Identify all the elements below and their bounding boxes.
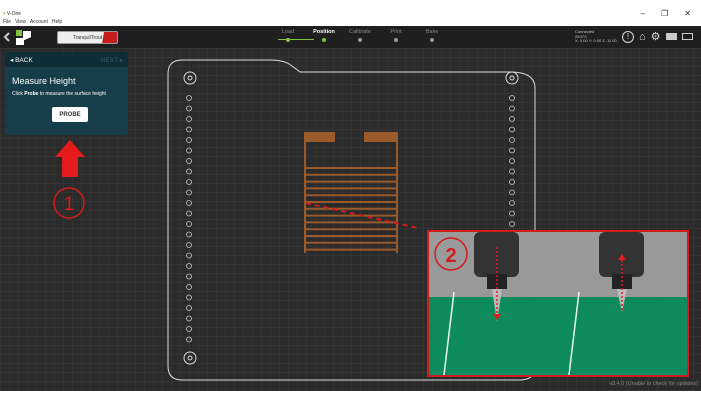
close-button[interactable]: ✕ [684, 9, 691, 18]
pin-hole [509, 116, 515, 122]
pin-hole [186, 189, 192, 196]
svg-text:2: 2 [445, 245, 456, 267]
menu-help[interactable]: Help [52, 19, 62, 25]
step-calibrate[interactable]: Calibrate [342, 29, 378, 42]
step-bake[interactable]: Bake [414, 29, 450, 42]
pin-hole [186, 221, 192, 227]
pin-hole [509, 179, 515, 185]
pin-hole [509, 168, 515, 175]
annotation-one: 1 [53, 140, 85, 219]
step-load[interactable]: Load [270, 29, 306, 42]
app-title: ▾ V-One [3, 11, 22, 17]
probe-photo-inset: 2 [427, 230, 689, 377]
pin-hole [509, 210, 515, 217]
next-button[interactable]: NEXT ▸ [101, 56, 123, 64]
profile-name-badge[interactable]: TranquilTrout [57, 31, 118, 44]
units-icon[interactable] [681, 33, 693, 40]
pin-hole [186, 179, 192, 185]
gear-icon[interactable]: ⚙ [651, 30, 661, 43]
step-print[interactable]: Print [378, 29, 414, 42]
pin-hole [186, 305, 192, 311]
pcb-pattern [304, 132, 398, 253]
pin-hole [186, 284, 192, 290]
pin-hole [509, 221, 515, 227]
pin-hole [186, 116, 192, 122]
pin-hole [186, 158, 192, 164]
panel-description: Click Probe to measure the surface heigh… [12, 91, 106, 97]
pin-hole [186, 95, 192, 101]
printer-status: Connected 26.5°C X: 0.00 Y: 0.00 Z: 11.0… [575, 29, 617, 44]
pin-hole [186, 168, 192, 175]
instruction-panel: ◂ BACK NEXT ▸ Measure Height Click Probe… [5, 52, 128, 135]
alert-icon[interactable]: ! [622, 30, 634, 43]
pin-hole [186, 294, 192, 301]
menu-file[interactable]: File [3, 19, 11, 25]
probe-illustration: 2 [429, 232, 687, 375]
restore-button[interactable]: ❐ [661, 9, 668, 18]
pin-hole [186, 315, 192, 322]
pin-hole [186, 242, 192, 248]
pin-hole [509, 95, 515, 101]
panel-title: Measure Height [12, 76, 76, 86]
probe-button[interactable]: PROBE [52, 107, 88, 122]
pin-hole [186, 137, 192, 143]
pin-hole [509, 200, 515, 206]
home-icon[interactable]: ⌂ [639, 31, 646, 43]
pin-hole [509, 126, 515, 133]
pin-hole [186, 326, 192, 332]
pin-hole [186, 200, 192, 206]
pin-hole [186, 231, 192, 238]
window-bottom [0, 391, 701, 400]
step-position[interactable]: Position [306, 29, 342, 42]
pin-hole [186, 105, 192, 112]
pin-hole [186, 126, 192, 133]
menu-account[interactable]: Account [30, 19, 48, 25]
back-button[interactable]: ◂ BACK [10, 56, 33, 64]
pin-hole [509, 189, 515, 196]
pin-hole [186, 273, 192, 280]
menu-bar: File View Account Help [3, 19, 62, 25]
minimize-button[interactable]: – [641, 9, 645, 18]
pin-hole [186, 336, 192, 343]
keyboard-icon[interactable] [665, 33, 677, 40]
pin-hole [186, 252, 192, 259]
svg-text:1: 1 [64, 194, 75, 215]
position-readout: X: 0.00 Y: 0.00 Z: 11.00 [575, 38, 617, 43]
back-logo-icon[interactable] [3, 28, 37, 46]
pin-hole [186, 147, 192, 154]
pin-hole [509, 147, 515, 154]
title-bar: ▾ V-One File View Account Help – ❐ ✕ [0, 0, 701, 26]
pin-hole [509, 158, 515, 164]
pin-hole [186, 263, 192, 269]
version-text: v3.4.0 (Unable to check for updates) [609, 381, 698, 387]
workflow-steps: Load Position Calibrate Print Bake [270, 29, 450, 42]
pin-hole [509, 137, 515, 143]
pin-hole [186, 210, 192, 217]
pin-hole [509, 105, 515, 112]
menu-view[interactable]: View [15, 19, 26, 25]
